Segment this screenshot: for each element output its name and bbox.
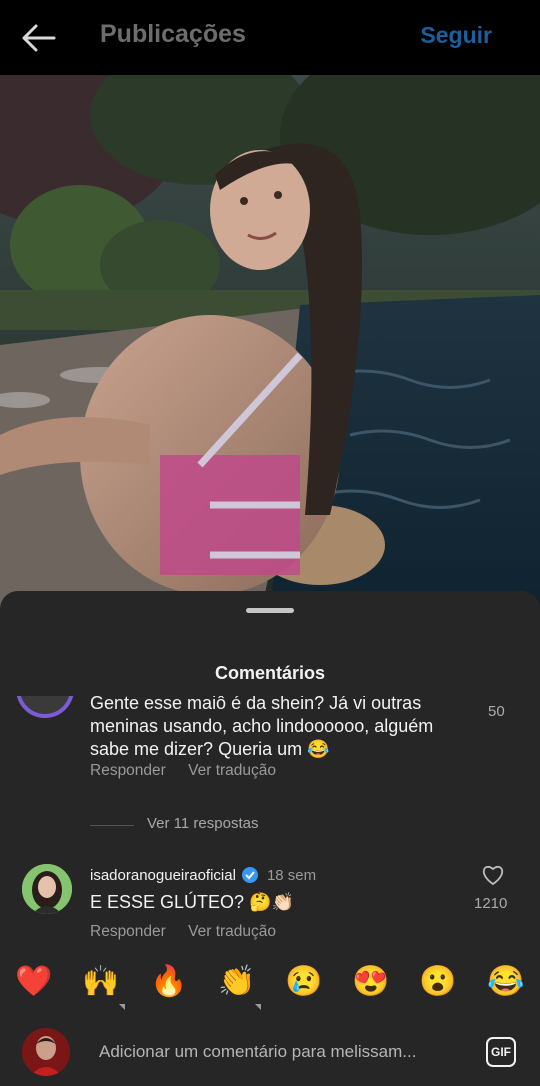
emoji-quick-bar: ❤️ 🙌 🔥 👏 😢 😍 😮 😂 xyxy=(0,952,540,1010)
comment-input[interactable]: Adicionar um comentário para melissam... xyxy=(99,1042,416,1062)
emoji-laughing[interactable]: 😂 xyxy=(486,962,526,1002)
back-arrow-icon[interactable] xyxy=(20,22,56,54)
emoji-raising-hands[interactable]: 🙌 xyxy=(81,962,121,1002)
skin-tone-indicator-icon xyxy=(119,1004,125,1010)
see-translation-button[interactable]: Ver tradução xyxy=(188,762,276,779)
see-translation-button[interactable]: Ver tradução xyxy=(188,923,276,940)
commenter-avatar[interactable] xyxy=(22,864,72,914)
comment-actions: Responder Ver tradução xyxy=(90,923,294,941)
follow-button[interactable]: Seguir xyxy=(420,22,492,49)
emoji-clapping[interactable]: 👏 xyxy=(217,962,257,1002)
comment-actions: Responder Ver tradução xyxy=(90,762,294,780)
verified-badge-icon xyxy=(241,867,258,883)
comments-list[interactable]: Gente esse maiô é da shein? Já vi outras… xyxy=(0,696,540,948)
comment-like-count: 1210 xyxy=(474,895,508,912)
gif-button[interactable]: GIF xyxy=(486,1037,516,1067)
reply-button[interactable]: Responder xyxy=(90,762,166,779)
comments-sheet: Comentários Gente esse maiô é da shein? … xyxy=(0,591,540,1086)
sheet-title: Comentários xyxy=(214,663,326,683)
like-heart-icon[interactable] xyxy=(481,864,505,886)
top-bar: Publicações Seguir xyxy=(0,0,540,75)
drag-handle[interactable] xyxy=(246,608,294,613)
comment-time: 18 sem xyxy=(266,867,317,884)
my-avatar xyxy=(22,1028,70,1076)
emoji-surprised[interactable]: 😮 xyxy=(418,962,458,1002)
replies-divider xyxy=(90,825,134,826)
skin-tone-indicator-icon xyxy=(255,1004,261,1010)
view-replies-button[interactable]: Ver 11 respostas xyxy=(147,815,258,832)
emoji-heart-eyes[interactable]: 😍 xyxy=(351,962,391,1002)
emoji-fire[interactable]: 🔥 xyxy=(149,962,189,1002)
commenter-avatar[interactable] xyxy=(16,696,74,718)
page-title: Publicações xyxy=(100,20,246,48)
emoji-crying[interactable]: 😢 xyxy=(284,962,324,1002)
comment-username[interactable]: isadoranogueiraoficial xyxy=(90,867,236,884)
comment-header: isadoranogueiraoficial 18 sem xyxy=(90,866,316,884)
comment-text: E ESSE GLÚTEO? 🤔👏🏻 xyxy=(90,892,294,912)
comment-input-bar: Adicionar um comentário para melissam...… xyxy=(0,1016,540,1086)
comment-like-count: 50 xyxy=(488,703,505,720)
post-image xyxy=(0,75,540,615)
reply-button[interactable]: Responder xyxy=(90,923,166,940)
emoji-heart[interactable]: ❤️ xyxy=(14,962,54,1002)
comment-text: Gente esse maiô é da shein? Já vi outras… xyxy=(90,696,434,759)
